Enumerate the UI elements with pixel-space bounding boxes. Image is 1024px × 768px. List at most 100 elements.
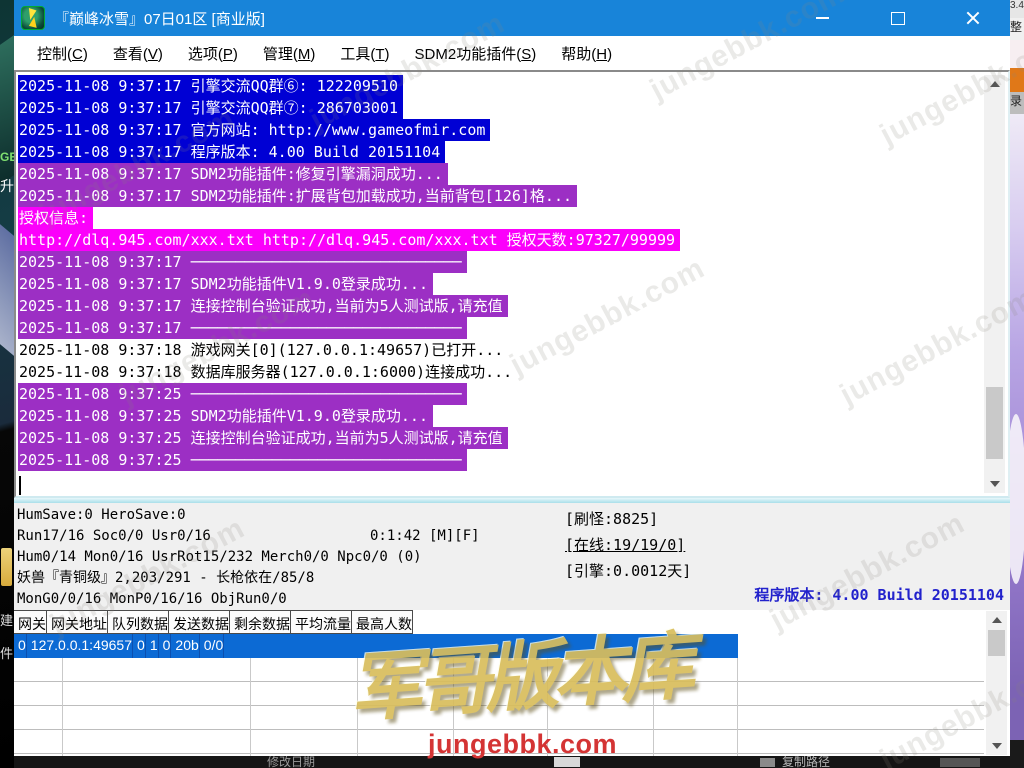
column-header[interactable]: 剩余数据 <box>229 610 291 634</box>
scroll-down-button[interactable] <box>984 475 1005 493</box>
menu-bar: 控制(C) 查看(V) 选项(P) 管理(M) 工具(T) SDM2功能插件(S… <box>14 36 1010 70</box>
gateway-table-header: 网关 网关地址 队列数据 发送数据 剩余数据 平均流量 最高人数 <box>14 610 1010 634</box>
status-line: [在线:19/19/0] <box>565 536 686 554</box>
menu-item[interactable]: SDM2功能插件(S) <box>406 39 546 68</box>
minimize-icon <box>816 17 829 19</box>
log-scrollbar[interactable] <box>984 75 1005 493</box>
background-shape <box>1010 68 1024 92</box>
gateway-table: 网关 网关地址 队列数据 发送数据 剩余数据 平均流量 最高人数 0 127.0.0.1:49… <box>14 610 1010 756</box>
status-uptime: 0:1:42 [M][F] <box>370 528 480 544</box>
background-image-strip <box>1010 114 1024 740</box>
background-text-fragment: 建 <box>0 613 14 628</box>
background-shape <box>1010 740 1024 768</box>
scroll-up-button[interactable] <box>984 75 1005 93</box>
log-line: 2025-11-08 9:37:25 SDM2功能插件V1.9.0登录成功... <box>18 405 1008 427</box>
close-button[interactable] <box>935 0 1010 36</box>
status-panel: HumSave:0 HeroSave:0 Run17/16 Soc0/0 Usr0… <box>14 503 1010 610</box>
background-text-fragment: 修改日期 <box>267 756 316 768</box>
app-icon <box>21 6 45 30</box>
column-header[interactable]: 网关 <box>14 610 47 634</box>
chevron-down-icon <box>991 743 1002 749</box>
gateway-cell: 1 <box>146 634 159 658</box>
status-summary: [刷怪:8825] [在线:19/19/0] [引擎:0.0012天] <box>565 507 691 585</box>
background-shape <box>0 30 14 190</box>
scroll-up-button[interactable] <box>986 611 1007 629</box>
log-line: 2025-11-08 9:37:17 程序版本: 4.00 Build 2015… <box>18 141 1008 163</box>
menu-item[interactable]: 选项(P) <box>179 39 247 68</box>
menu-item[interactable]: 查看(V) <box>104 39 172 68</box>
status-line: Run17/16 Soc0/0 Usr0/16 <box>17 528 211 544</box>
column-header[interactable]: 发送数据 <box>168 610 230 634</box>
maximize-icon <box>890 11 905 25</box>
gateway-cell: 0 <box>14 634 27 658</box>
background-icon <box>760 758 775 767</box>
column-header[interactable]: 网关地址 <box>46 610 108 634</box>
background-text-fragment: 升 <box>0 178 14 194</box>
background-shape <box>940 758 980 767</box>
menu-item[interactable]: 管理(M) <box>254 39 325 68</box>
log-line: 2025-11-08 9:37:17 引擎交流QQ群⑥: 122209510 <box>18 75 1008 97</box>
menu-item[interactable]: 控制(C) <box>28 39 97 68</box>
column-header[interactable]: 队列数据 <box>107 610 169 634</box>
minimize-button[interactable] <box>785 0 860 36</box>
log-lines: 2025-11-08 9:37:17 引擎交流QQ群⑥: 122209510 2… <box>16 72 1008 471</box>
status-line: [刷怪:8825] <box>565 510 659 528</box>
text-caret <box>19 476 21 495</box>
desktop-background-left: GE 升 建 件 <box>0 0 14 768</box>
status-counters: HumSave:0 HeroSave:0 Run17/16 Soc0/0 Usr0… <box>17 505 422 610</box>
maximize-button[interactable] <box>860 0 935 36</box>
m2server-window: 『巅峰冰雪』07日01区 [商业版] 控制(C) 查看(V) 选项(P) 管理(… <box>14 0 1010 756</box>
empty-grid-rows <box>14 658 984 756</box>
folder-icon <box>1 548 12 586</box>
background-text-fragment: 整 <box>1010 18 1024 40</box>
status-line: [引擎:0.0012天] <box>565 562 692 580</box>
background-text-fragment: GE <box>0 150 14 164</box>
background-shape <box>554 757 580 767</box>
gateway-cell: 0 <box>133 634 146 658</box>
window-title: 『巅峰冰雪』07日01区 [商业版] <box>54 10 265 28</box>
desktop-background-right: 3.4 整 录 <box>1010 0 1024 768</box>
column-header[interactable]: 最高人数 <box>351 610 413 634</box>
gateway-cell: 20b <box>171 634 200 658</box>
table-scrollbar[interactable] <box>986 611 1007 755</box>
scrollbar-thumb[interactable] <box>988 630 1005 656</box>
log-line: 2025-11-08 9:37:25 ─────────────────────… <box>18 383 1008 405</box>
log-line: 2025-11-08 9:37:17 SDM2功能插件:扩展背包加载成功,当前背… <box>18 185 1008 207</box>
background-text-fragment: 3.4 <box>1010 0 1024 18</box>
log-line: 2025-11-08 9:37:17 官方网站: http://www.game… <box>18 119 1008 141</box>
scrollbar-thumb[interactable] <box>986 387 1003 459</box>
background-text-fragment: 复制路径 <box>782 756 831 768</box>
log-line: 2025-11-08 9:37:17 引擎交流QQ群⑦: 286703001 <box>18 97 1008 119</box>
scroll-down-button[interactable] <box>986 737 1007 755</box>
log-line: http://dlq.945.com/xxx.txt http://dlq.94… <box>18 229 1008 251</box>
gateway-row-selected[interactable]: 0 127.0.0.1:49657 0 1 0 20b 0/0 <box>14 634 738 658</box>
screenshot-root: GE 升 建 件 3.4 整 录 修改日期 复制路径 『巅峰冰雪』07日01区 … <box>0 0 1024 768</box>
titlebar[interactable]: 『巅峰冰雪』07日01区 [商业版] <box>14 0 1010 36</box>
menu-item[interactable]: 工具(T) <box>331 39 398 68</box>
status-line: Hum0/14 Mon0/16 UsrRot15/232 Merch0/0 Np… <box>17 549 422 565</box>
log-line: 2025-11-08 9:37:17 ─────────────────────… <box>18 251 1008 273</box>
window-controls <box>785 0 1010 36</box>
chevron-up-icon <box>991 617 1002 623</box>
background-text-fragment: 件 <box>0 646 14 661</box>
gateway-cell: 127.0.0.1:49657 <box>27 634 134 658</box>
log-area[interactable]: 2025-11-08 9:37:17 引擎交流QQ群⑥: 122209510 2… <box>14 70 1010 498</box>
column-header[interactable]: 平均流量 <box>290 610 352 634</box>
menu-item[interactable]: 帮助(H) <box>552 39 621 68</box>
log-line: 2025-11-08 9:37:25 连接控制台验证成功,当前为5人测试版,请充… <box>18 427 1008 449</box>
log-line: 2025-11-08 9:37:17 连接控制台验证成功,当前为5人测试版,请充… <box>18 295 1008 317</box>
background-shape <box>0 217 14 363</box>
log-line: 2025-11-08 9:37:18 游戏网关[0](127.0.0.1:496… <box>19 341 504 359</box>
chevron-down-icon <box>989 481 1000 487</box>
status-line: 妖兽『青铜级』2,203/291 - 长枪依在/85/8 <box>17 570 315 586</box>
gateway-cell: 0 <box>159 634 172 658</box>
log-line: 2025-11-08 9:37:17 ─────────────────────… <box>18 317 1008 339</box>
chevron-up-icon <box>989 81 1000 87</box>
status-line: HumSave:0 HeroSave:0 <box>17 507 186 523</box>
log-line: 2025-11-08 9:37:17 SDM2功能插件V1.9.0登录成功... <box>18 273 1008 295</box>
background-text-fragment: 录 <box>1010 92 1024 114</box>
background-shape <box>1010 40 1024 68</box>
log-line: 2025-11-08 9:37:25 ─────────────────────… <box>18 449 1008 471</box>
status-line: MonG0/0/16 MonP0/16/16 ObjRun0/0 <box>17 591 287 607</box>
log-line: 2025-11-08 9:37:18 数据库服务器(127.0.0.1:6000… <box>19 363 513 381</box>
